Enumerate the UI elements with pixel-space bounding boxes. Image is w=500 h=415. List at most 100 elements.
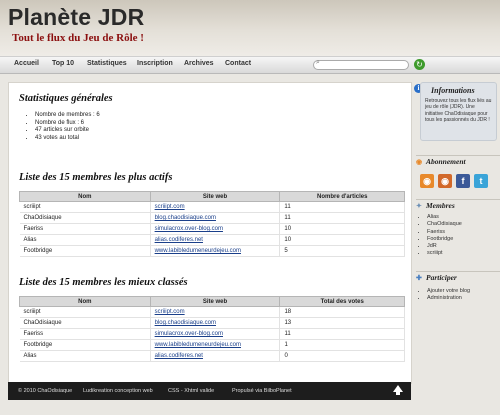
col-site: Site web: [149, 191, 281, 202]
nav-contact[interactable]: Contact: [225, 60, 251, 67]
members-list: Alias ChaOdisiaque Faeriss Footbridge Jd…: [427, 214, 462, 258]
vote-count: 18: [279, 306, 405, 318]
vote-count: 1: [279, 339, 405, 351]
member-name: Footbridge: [19, 245, 151, 257]
members-heading: ✦ Membres: [416, 199, 500, 212]
footer-powered-link[interactable]: Propulsé via BilboPlanet: [232, 388, 292, 394]
info-title: Informations: [431, 86, 475, 95]
vote-count: 11: [279, 328, 405, 340]
footer: © 2010 ChaOdisiaque Ludikreation concept…: [8, 382, 411, 400]
admin-link[interactable]: Administration: [427, 295, 462, 301]
twitter-icon[interactable]: t: [474, 174, 488, 188]
participate-list: Ajouter votre blog Administration: [427, 288, 470, 303]
active-members-table: Nom Site web Nombre d'articles scriiipt …: [19, 191, 405, 257]
member-name: Faeriss: [19, 328, 151, 340]
nav-archives[interactable]: Archives: [184, 60, 214, 67]
nav-accueil[interactable]: Accueil: [14, 60, 39, 67]
participate-title: Participer: [426, 273, 457, 282]
members-icon: ✦: [416, 202, 422, 210]
stat-articles: 47 articles sur orbite: [35, 127, 100, 135]
ranked-members-table: Nom Site web Total des votes scriiipt sc…: [19, 296, 405, 362]
search-go-icon[interactable]: ↻: [414, 59, 425, 70]
article-count: 11: [279, 201, 405, 213]
member-site-link[interactable]: blog.chaodisiaque.com: [150, 317, 281, 329]
member-site-link[interactable]: alias.codiferes.net: [150, 234, 281, 246]
member-site-link[interactable]: simulacrox.over-blog.com: [150, 223, 281, 235]
vote-count: 0: [279, 350, 405, 362]
rss-icon[interactable]: ◉: [420, 174, 434, 188]
table-header-row: Nom Site web Nombre d'articles: [19, 191, 405, 202]
stat-feeds: Nombre de flux : 6: [35, 120, 100, 128]
col-articles: Nombre d'articles: [279, 191, 405, 202]
member-site-link[interactable]: blog.chaodisiaque.com: [150, 212, 281, 224]
member-link[interactable]: Footbridge: [427, 236, 453, 242]
rss-alt-icon[interactable]: ◉: [438, 174, 452, 188]
article-count: 11: [279, 212, 405, 224]
subscribe-heading: ◉ Abonnement: [416, 155, 500, 168]
member-name: scriiipt: [19, 306, 151, 318]
table-row: Alias alias.codiferes.net 10: [19, 234, 405, 246]
search-input[interactable]: [324, 61, 404, 69]
member-site-link[interactable]: www.labibledumeneurdejeu.com: [150, 339, 281, 351]
footer-validity-link[interactable]: CSS - Xhtml valide: [168, 388, 214, 394]
site-title[interactable]: Planète JDR: [8, 4, 144, 31]
table-row: scriiipt scriiipt.com 18: [19, 306, 405, 318]
col-nom: Nom: [19, 296, 151, 307]
member-link[interactable]: Faeriss: [427, 229, 445, 235]
stat-votes: 43 votes au total: [35, 135, 100, 143]
member-site-link[interactable]: scriiipt.com: [150, 201, 281, 213]
member-site-link[interactable]: alias.codiferes.net: [150, 350, 281, 362]
facebook-icon[interactable]: f: [456, 174, 470, 188]
footer-copyright[interactable]: © 2010 ChaOdisiaque: [18, 388, 72, 394]
list-item: Ajouter votre blog: [427, 288, 470, 295]
member-name: ChaOdisiaque: [19, 317, 151, 329]
search-icon: ⌕: [316, 59, 320, 66]
add-blog-link[interactable]: Ajouter votre blog: [427, 288, 470, 294]
rss-heading-icon: ◉: [416, 158, 423, 166]
stats-list: Nombre de membres : 6 Nombre de flux : 6…: [35, 112, 100, 142]
member-name: scriiipt: [19, 201, 151, 213]
table-row: Footbridge www.labibledumeneurdejeu.com …: [19, 339, 405, 351]
member-link[interactable]: scriiipt: [427, 250, 443, 256]
col-site: Site web: [149, 296, 281, 307]
col-votes: Total des votes: [279, 296, 405, 307]
list-item: JdR: [427, 243, 462, 250]
table-row: scriiipt scriiipt.com 11: [19, 201, 405, 213]
list-item: Administration: [427, 295, 470, 302]
member-site-link[interactable]: simulacrox.over-blog.com: [150, 328, 281, 340]
table-row: Faeriss simulacrox.over-blog.com 10: [19, 223, 405, 235]
footer-design-link[interactable]: Ludikreation conception web: [83, 388, 153, 394]
participate-heading: ✚ Participer: [416, 271, 500, 284]
nav-bar: Accueil Top 10 Statistiques Inscription …: [0, 56, 500, 74]
table-row: Faeriss simulacrox.over-blog.com 11: [19, 328, 405, 340]
member-site-link[interactable]: www.labibledumeneurdejeu.com: [150, 245, 281, 257]
list-item: Alias: [427, 214, 462, 221]
table-row: ChaOdisiaque blog.chaodisiaque.com 13: [19, 317, 405, 329]
search-box: ⌕: [313, 59, 409, 70]
table-row: ChaOdisiaque blog.chaodisiaque.com 11: [19, 212, 405, 224]
member-link[interactable]: JdR: [427, 243, 437, 249]
active-members-heading: Liste des 15 membres les plus actifs: [19, 172, 173, 183]
site-tagline: Tout le flux du Jeu de Rôle !: [12, 32, 144, 44]
list-item: scriiipt: [427, 250, 462, 257]
table-header-row: Nom Site web Total des votes: [19, 296, 405, 307]
vote-count: 13: [279, 317, 405, 329]
stats-heading: Statistiques générales: [19, 93, 113, 104]
member-link[interactable]: ChaOdisiaque: [427, 221, 462, 227]
member-site-link[interactable]: scriiipt.com: [150, 306, 281, 318]
article-count: 10: [279, 234, 405, 246]
member-link[interactable]: Alias: [427, 214, 439, 220]
nav-statistiques[interactable]: Statistiques: [87, 60, 127, 67]
member-name: Faeriss: [19, 223, 151, 235]
member-name: Footbridge: [19, 339, 151, 351]
col-nom: Nom: [19, 191, 151, 202]
member-name: Alias: [19, 234, 151, 246]
member-name: ChaOdisiaque: [19, 212, 151, 224]
main-content: Statistiques générales Nombre de membres…: [8, 82, 412, 384]
nav-top10[interactable]: Top 10: [52, 60, 74, 67]
ranked-members-heading: Liste des 15 membres les mieux classés: [19, 277, 188, 288]
table-row: Alias alias.codiferes.net 0: [19, 350, 405, 362]
info-box: Informations Retrouvez tous les flux lié…: [420, 82, 497, 141]
nav-inscription[interactable]: Inscription: [137, 60, 173, 67]
back-to-top-icon[interactable]: [393, 385, 403, 395]
